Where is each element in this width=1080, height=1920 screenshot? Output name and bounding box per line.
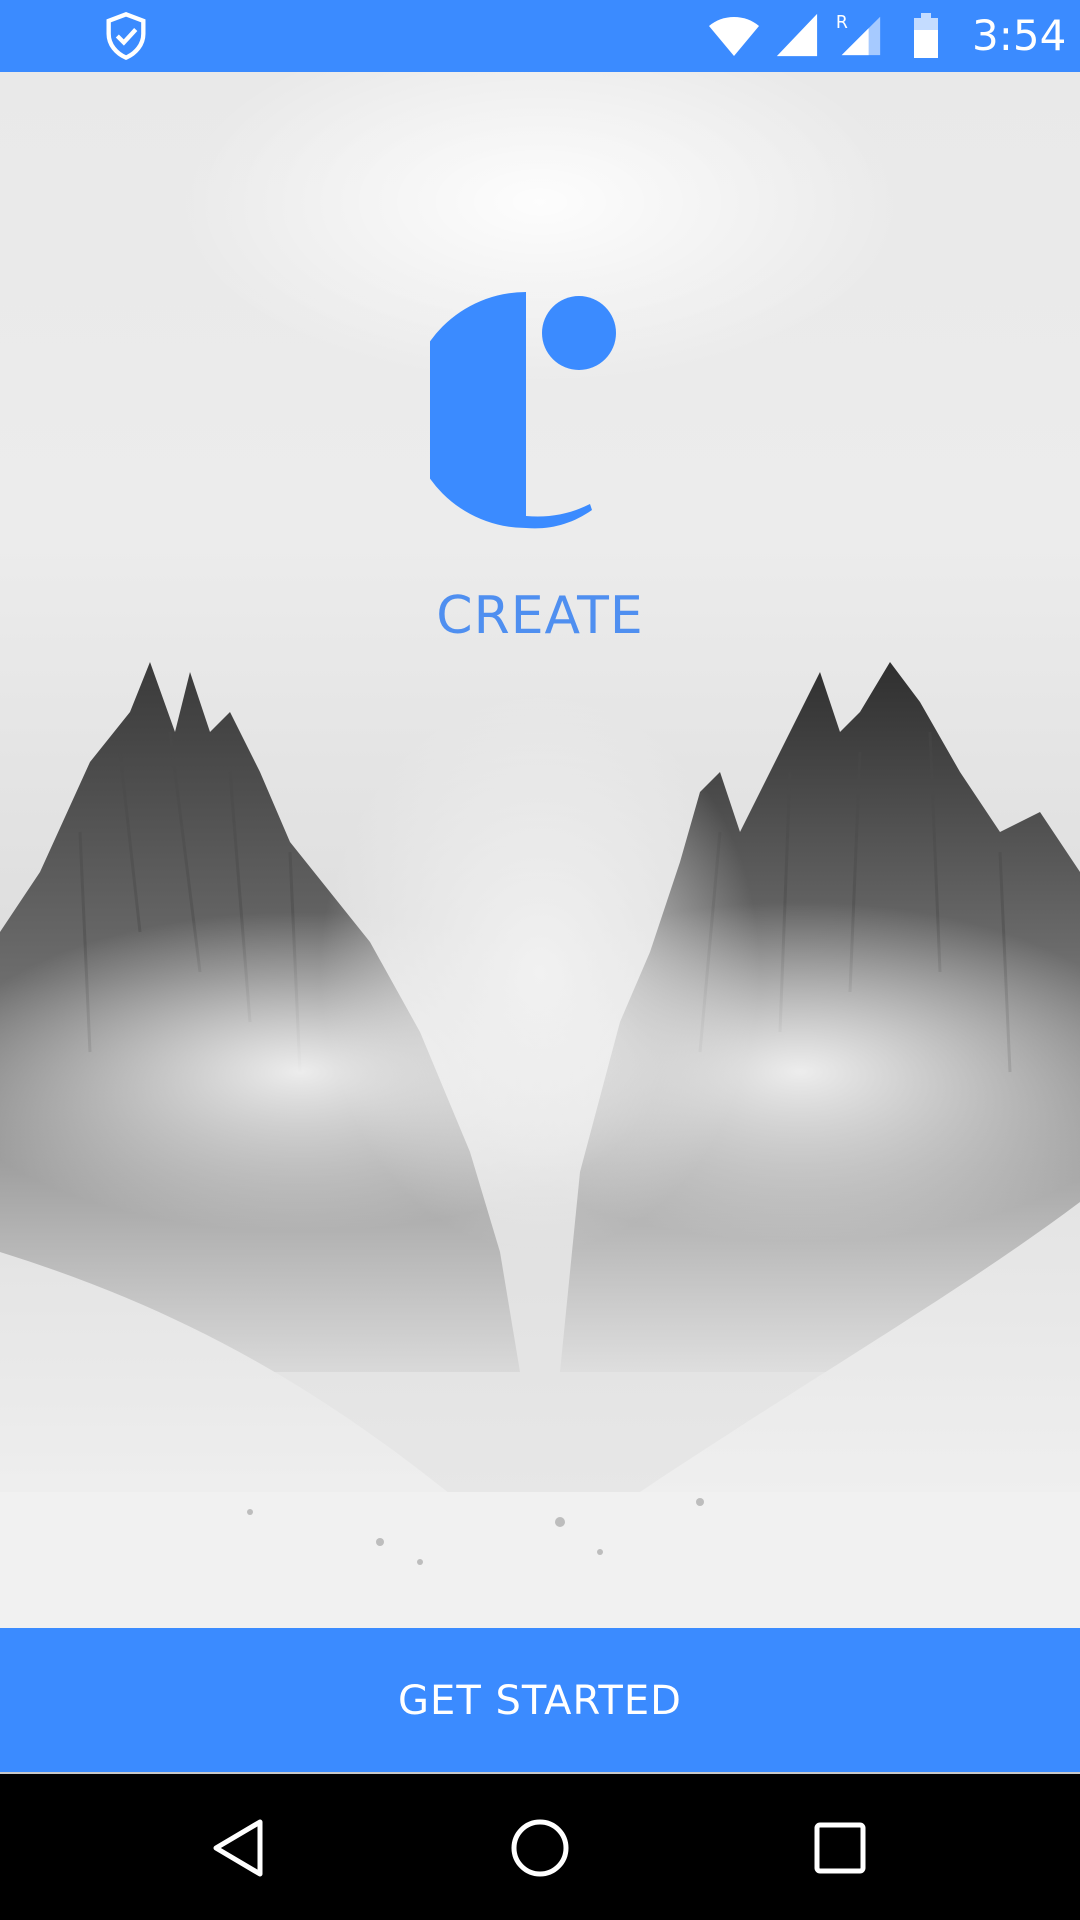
wifi-icon xyxy=(709,17,759,56)
shield-check-icon xyxy=(106,12,146,61)
status-clock: 3:54 xyxy=(972,11,1067,60)
back-icon[interactable] xyxy=(200,1808,280,1888)
recent-apps-icon[interactable] xyxy=(800,1808,880,1888)
home-icon[interactable] xyxy=(500,1808,580,1888)
get-started-button[interactable]: GET STARTED xyxy=(0,1628,1080,1774)
signal-roaming-icon: R xyxy=(836,13,881,56)
navigation-bar xyxy=(0,1774,1080,1920)
create-logo-icon xyxy=(430,292,616,529)
splash-background-image: CREATE xyxy=(0,72,1080,1628)
battery-icon xyxy=(914,13,938,58)
signal-icon xyxy=(776,13,818,57)
roaming-label: R xyxy=(836,13,848,33)
brand-name: CREATE xyxy=(436,586,644,646)
status-bar: R 3:54 xyxy=(0,0,1080,72)
